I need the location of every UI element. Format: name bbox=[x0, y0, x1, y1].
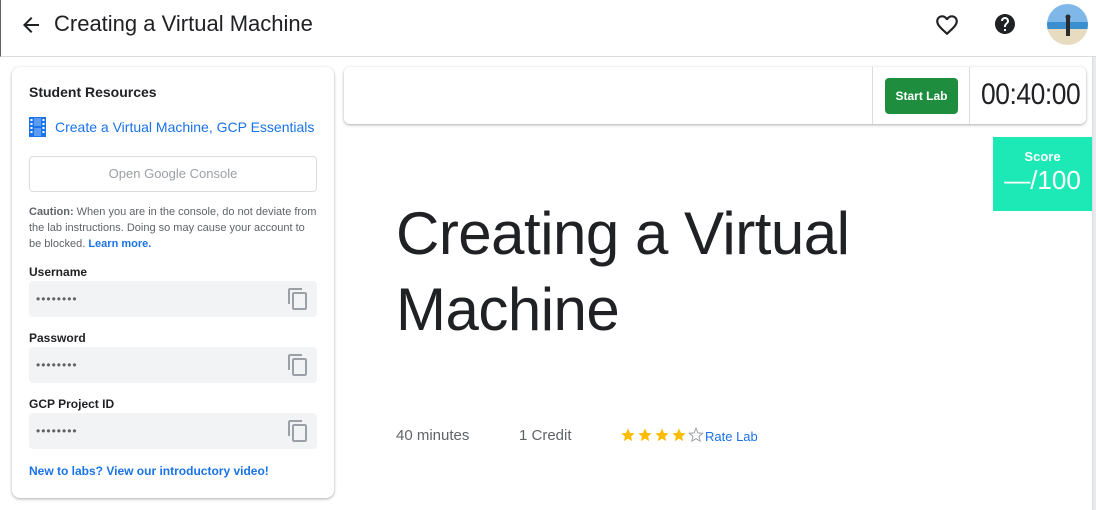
page-title: Creating a Virtual Machine bbox=[54, 11, 313, 36]
star-filled-icon[interactable] bbox=[620, 427, 636, 443]
score-value: —/100 bbox=[1004, 165, 1081, 195]
learn-more-link[interactable]: Learn more. bbox=[88, 238, 151, 250]
caution-label: Caution: bbox=[29, 206, 74, 218]
avatar[interactable] bbox=[1047, 4, 1088, 45]
resource-video-link[interactable]: Create a Virtual Machine, GCP Essentials bbox=[29, 117, 314, 137]
lab-duration: 40 minutes bbox=[396, 427, 470, 444]
lab-title: Creating a Virtual Machine bbox=[396, 200, 850, 343]
username-label: Username bbox=[29, 265, 88, 279]
lab-timer: 00:40:00 bbox=[981, 78, 1081, 111]
project-id-field[interactable]: •••••••• bbox=[29, 413, 317, 449]
resource-link-label: Create a Virtual Machine, GCP Essentials bbox=[55, 119, 315, 135]
project-id-label: GCP Project ID bbox=[29, 397, 115, 411]
password-value: •••••••• bbox=[36, 358, 78, 372]
rating-stars bbox=[620, 427, 704, 443]
open-console-button[interactable]: Open Google Console bbox=[29, 156, 317, 192]
student-resources-panel: Student Resources Create a Virtual Machi… bbox=[12, 67, 334, 498]
score-label: Score bbox=[1024, 149, 1061, 164]
lab-credits: 1 Credit bbox=[519, 427, 572, 444]
copy-icon[interactable] bbox=[286, 353, 310, 377]
copy-icon[interactable] bbox=[286, 419, 310, 443]
start-lab-button[interactable]: Start Lab bbox=[885, 78, 958, 114]
project-id-value: •••••••• bbox=[36, 424, 78, 438]
scrollbar-track[interactable] bbox=[1092, 57, 1096, 510]
sidebar-title: Student Resources bbox=[29, 84, 157, 100]
username-value: •••••••• bbox=[36, 292, 78, 306]
caution-text: Caution: When you are in the console, do… bbox=[29, 204, 319, 252]
intro-video-link[interactable]: New to labs? View our introductory video… bbox=[29, 464, 269, 478]
help-icon[interactable] bbox=[993, 12, 1017, 36]
divider bbox=[872, 67, 873, 124]
star-empty-icon[interactable] bbox=[688, 427, 704, 443]
top-header: Creating a Virtual Machine bbox=[0, 0, 1096, 57]
star-filled-icon[interactable] bbox=[637, 427, 653, 443]
star-filled-icon[interactable] bbox=[654, 427, 670, 443]
star-filled-icon[interactable] bbox=[671, 427, 687, 443]
copy-icon[interactable] bbox=[286, 287, 310, 311]
divider bbox=[969, 67, 970, 124]
lab-control-bar: Start Lab 00:40:00 bbox=[344, 67, 1086, 124]
heart-icon[interactable] bbox=[934, 12, 960, 38]
username-field[interactable]: •••••••• bbox=[29, 281, 317, 317]
password-field[interactable]: •••••••• bbox=[29, 347, 317, 383]
score-badge: Score —/100 bbox=[993, 137, 1092, 211]
arrow-back-icon[interactable] bbox=[19, 13, 43, 37]
rate-lab-link[interactable]: Rate Lab bbox=[705, 429, 758, 444]
film-icon bbox=[29, 117, 46, 137]
password-label: Password bbox=[29, 331, 86, 345]
